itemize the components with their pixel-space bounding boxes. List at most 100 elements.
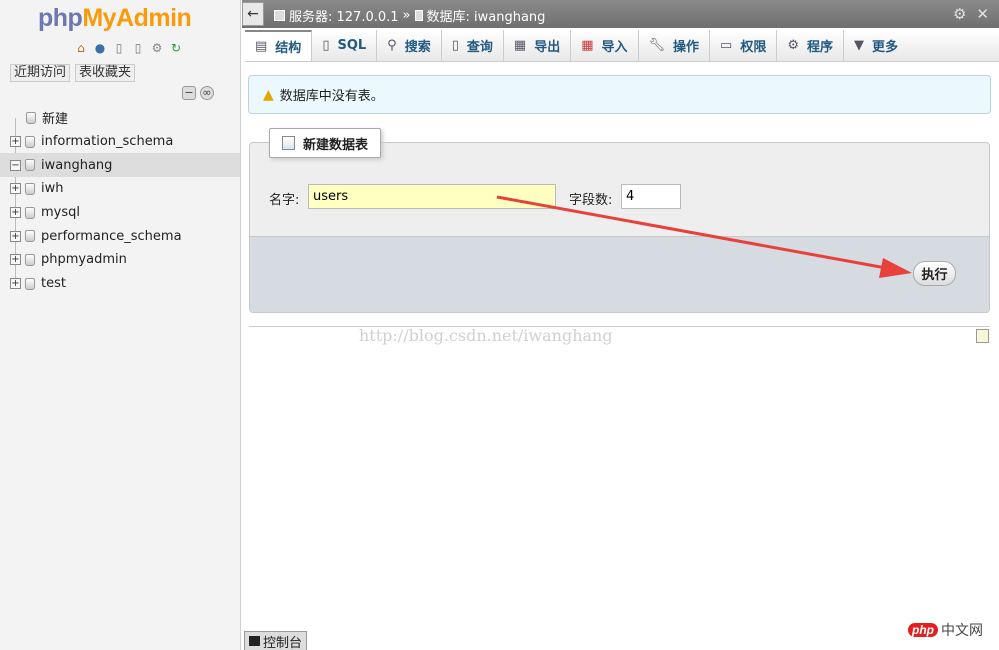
database-icon [25, 182, 35, 195]
column-count-input[interactable] [621, 184, 681, 209]
collapse-all-icon[interactable]: − [182, 86, 196, 100]
execute-button[interactable]: 执行 [913, 261, 956, 286]
tab-label: 程序 [807, 40, 834, 55]
tree-item-iwanghang[interactable]: − iwanghang [0, 153, 240, 178]
tree-item-test[interactable]: + test [0, 272, 240, 296]
tree-item-label: performance_schema [41, 228, 182, 244]
tab-label: 搜索 [404, 40, 431, 55]
link-with-main-icon[interactable]: ∞ [200, 86, 214, 100]
tab-search[interactable]: ⚲ 搜索 [377, 30, 442, 61]
database-icon [25, 277, 35, 290]
tab-privileges[interactable]: ▭ 权限 [710, 30, 778, 61]
database-icon [25, 230, 35, 243]
tree-item-label: phpmyadmin [41, 252, 127, 268]
expand-icon[interactable]: + [10, 207, 21, 219]
collapse-icon[interactable]: − [10, 159, 21, 171]
console-icon [249, 636, 260, 646]
console-label: 控制台 [263, 635, 303, 650]
tree-item-iwh[interactable]: + iwh [0, 177, 240, 201]
tab-label: 结构 [275, 41, 302, 56]
recent-tables-button[interactable]: 近期访问 [10, 64, 71, 82]
tab-import[interactable]: ▦ 导入 [571, 30, 639, 61]
table-name-label: 名字: [269, 193, 300, 208]
tree-item-label: iwanghang [41, 157, 113, 173]
tree-controls: − ∞ [182, 86, 214, 100]
structure-icon: ▤ [255, 39, 268, 54]
server-icon [274, 10, 285, 21]
warning-icon: ▲ [263, 86, 274, 103]
tree-item-new[interactable]: 新建 [0, 106, 240, 130]
tab-label: 更多 [872, 40, 899, 55]
menu-tabs: ▤ 结构 ▯ SQL ⚲ 搜索 ▯ 查询 ▦ 导出 ▦ 导入 🔧︎ 操作 ▭ 权限 ⚙ 程序 ▼ 更… [245, 30, 999, 62]
expand-icon[interactable]: + [10, 183, 21, 195]
breadcrumb-database[interactable]: 数据库: iwanghang [427, 6, 546, 25]
tree-item-performance-schema[interactable]: + performance_schema [0, 224, 240, 248]
dropdown-icon: ▼ [854, 38, 865, 53]
tab-sql[interactable]: ▯ SQL [312, 30, 378, 61]
tree-item-label: iwh [41, 181, 64, 197]
new-database-icon [26, 111, 36, 124]
console-tab[interactable]: 控制台 [244, 631, 308, 650]
docs-icon[interactable]: ▯ [111, 40, 127, 56]
logo-part-php: php [38, 4, 83, 32]
brand-text: 中文网 [941, 623, 983, 639]
topbar-tools: ⚙ ✕ [953, 5, 989, 23]
routines-icon: ⚙ [787, 38, 800, 53]
tab-routines[interactable]: ⚙ 程序 [777, 30, 845, 61]
close-icon[interactable]: ✕ [976, 5, 989, 23]
breadcrumb: 服务器: 127.0.0.1 » 数据库: iwanghang [274, 6, 545, 25]
watermark-text: http://blog.csdn.net/iwanghang [359, 326, 613, 345]
tree-item-label: 新建 [42, 112, 69, 128]
php-cn-logo: php 中文网 [908, 620, 983, 640]
collapse-nav-arrow-icon[interactable]: ← [242, 2, 264, 26]
tab-label: 导入 [601, 40, 628, 55]
tab-structure[interactable]: ▤ 结构 [245, 30, 313, 61]
tree-item-information-schema[interactable]: + information_schema [0, 130, 240, 154]
expand-icon[interactable]: + [10, 254, 21, 266]
home-icon[interactable]: ⌂ [73, 40, 89, 56]
docs-sql-icon[interactable]: ▯ [130, 40, 146, 56]
tab-operations[interactable]: 🔧︎ 操作 [639, 30, 711, 61]
tree-item-phpmyadmin[interactable]: + phpmyadmin [0, 248, 240, 272]
tree-item-mysql[interactable]: + mysql [0, 201, 240, 225]
database-icon [25, 135, 35, 148]
database-icon [25, 206, 35, 219]
tree-item-label: information_schema [41, 134, 174, 150]
no-tables-notice: ▲ 数据库中没有表。 [248, 75, 991, 114]
php-badge: php [908, 623, 938, 637]
settings-icon[interactable]: ⚙ [149, 40, 165, 56]
create-table-legend: 新建数据表 [269, 128, 382, 158]
tree-item-label: mysql [41, 205, 80, 221]
sql-icon: ▯ [322, 38, 330, 53]
privileges-icon: ▭ [720, 38, 733, 53]
top-breadcrumb-bar: ← 服务器: 127.0.0.1 » 数据库: iwanghang ⚙ ✕ [242, 0, 999, 28]
tree-item-label: test [41, 276, 66, 292]
tab-export[interactable]: ▦ 导出 [504, 30, 572, 61]
new-table-icon [282, 136, 295, 150]
expand-icon[interactable]: + [10, 136, 21, 148]
nav-icon-bar: ⌂ ● ▯ ▯ ⚙ ↻ [73, 40, 184, 56]
database-tree: 新建 + information_schema − iwanghang + iw… [0, 106, 240, 296]
query-icon: ▯ [451, 38, 459, 53]
tab-more[interactable]: ▼ 更多 [844, 30, 908, 61]
breadcrumb-server[interactable]: 服务器: 127.0.0.1 [289, 6, 399, 25]
column-count-label: 字段数: [569, 193, 613, 208]
notice-text: 数据库中没有表。 [279, 89, 384, 104]
tab-query[interactable]: ▯ 查询 [442, 30, 504, 61]
phpmyadmin-logo[interactable]: phpMyAdmin [38, 4, 192, 33]
export-icon: ▦ [513, 38, 527, 53]
tab-label: SQL [337, 38, 367, 53]
search-icon: ⚲ [387, 38, 397, 53]
tab-label: 查询 [466, 40, 493, 55]
expand-icon[interactable]: + [10, 230, 21, 242]
form-footer [250, 236, 989, 312]
reload-icon[interactable]: ↻ [168, 40, 184, 56]
page-settings-icon[interactable] [976, 329, 989, 343]
table-name-input[interactable] [308, 184, 556, 209]
favorite-tables-button[interactable]: 表收藏夹 [75, 64, 136, 82]
database-icon [25, 253, 35, 266]
tab-label: 权限 [740, 40, 767, 55]
gear-icon[interactable]: ⚙ [953, 5, 966, 23]
help-icon[interactable]: ● [92, 40, 108, 56]
expand-icon[interactable]: + [10, 278, 21, 290]
